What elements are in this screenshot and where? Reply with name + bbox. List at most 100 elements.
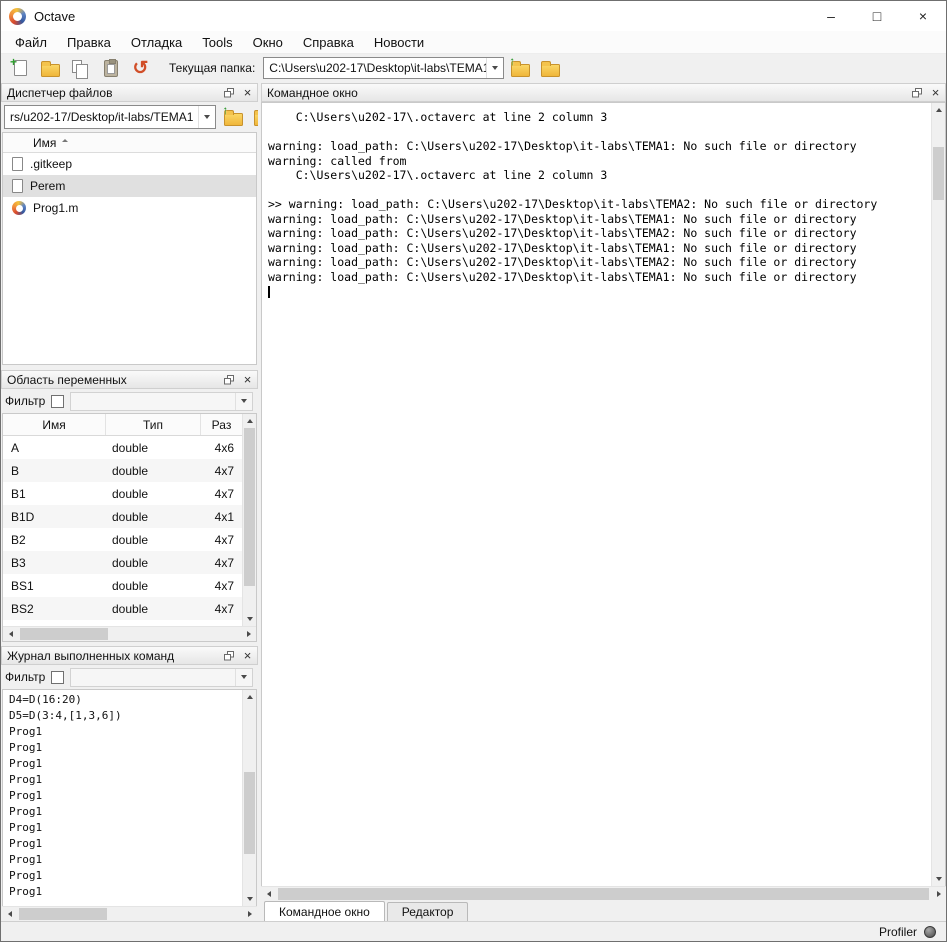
horizontal-scrollbar[interactable] (261, 886, 946, 901)
undock-icon[interactable] (219, 648, 238, 664)
undock-icon[interactable] (907, 85, 926, 101)
combo-dropdown-icon[interactable] (235, 669, 252, 686)
history-item[interactable]: Prog1 (3, 804, 242, 820)
history-item[interactable]: D5=D(3:4,[1,3,6]) (3, 708, 242, 724)
scroll-down-icon[interactable] (932, 872, 945, 886)
variables-table-header[interactable]: Имя Тип Раз (3, 414, 242, 436)
scroll-right-icon[interactable] (241, 627, 256, 641)
current-folder-combo[interactable]: C:\Users\u202-17\Desktop\it-labs\TEMA1 (263, 57, 504, 79)
variable-row[interactable]: A double 4x6 (3, 436, 242, 459)
file-row[interactable]: Perem (3, 175, 256, 197)
panel-close-icon[interactable]: × (238, 85, 257, 101)
folder-actions-button[interactable]: ⚙ (250, 105, 258, 129)
scroll-thumb[interactable] (244, 428, 255, 586)
combo-dropdown-icon[interactable] (198, 106, 215, 128)
history-item[interactable]: Prog1 (3, 836, 242, 852)
variable-name: B1D (3, 510, 106, 524)
filter-checkbox[interactable] (51, 671, 64, 684)
history-item[interactable]: Prog1 (3, 852, 242, 868)
history-item[interactable]: Prog1 (3, 884, 242, 900)
scroll-down-icon[interactable] (243, 892, 256, 906)
scroll-left-icon[interactable] (2, 907, 17, 921)
panel-close-icon[interactable]: × (238, 372, 257, 388)
scroll-thumb[interactable] (933, 147, 944, 200)
column-name[interactable]: Имя (3, 414, 106, 435)
panel-close-icon[interactable]: × (926, 85, 945, 101)
scroll-right-icon[interactable] (242, 907, 257, 921)
open-file-button[interactable] (37, 56, 64, 81)
folder-up-button[interactable]: ↑ (220, 105, 246, 129)
workspace-titlebar[interactable]: Область переменных × (1, 370, 258, 389)
history-item[interactable]: D4=D(16:20) (3, 692, 242, 708)
maximize-button[interactable]: □ (854, 1, 900, 31)
vertical-scrollbar[interactable] (242, 414, 256, 626)
menu-item[interactable]: Справка (293, 31, 364, 54)
history-titlebar[interactable]: Журнал выполненных команд × (1, 646, 258, 665)
history-item[interactable]: Prog1 (3, 756, 242, 772)
paste-button[interactable] (97, 56, 124, 81)
variable-row[interactable]: BS1 double 4x7 (3, 574, 242, 597)
variable-row[interactable]: B double 4x7 (3, 459, 242, 482)
folder-up-button[interactable]: ↑ (507, 56, 534, 81)
column-type[interactable]: Тип (106, 414, 201, 435)
variable-row[interactable]: B1D double 4x1 (3, 505, 242, 528)
panel-close-icon[interactable]: × (238, 648, 257, 664)
filter-combo[interactable] (70, 668, 253, 687)
variable-row[interactable]: B2 double 4x7 (3, 528, 242, 551)
filter-checkbox[interactable] (51, 395, 64, 408)
profiler-indicator[interactable] (924, 926, 936, 938)
menu-item[interactable]: Отладка (121, 31, 192, 54)
scroll-down-icon[interactable] (243, 612, 256, 626)
file-browser-titlebar[interactable]: Диспетчер файлов × (1, 83, 258, 102)
variable-row[interactable]: B1 double 4x7 (3, 482, 242, 505)
browse-folder-button[interactable] (537, 56, 564, 81)
scroll-left-icon[interactable] (261, 887, 276, 901)
filter-combo[interactable] (70, 392, 253, 411)
file-row[interactable]: .gitkeep (3, 153, 256, 175)
menu-item[interactable]: Файл (5, 31, 57, 54)
minimize-button[interactable]: – (808, 1, 854, 31)
combo-dropdown-icon[interactable] (235, 393, 252, 410)
copy-button[interactable] (67, 56, 94, 81)
scroll-up-icon[interactable] (932, 103, 945, 117)
horizontal-scrollbar[interactable] (2, 906, 257, 921)
file-row[interactable]: Prog1.m (3, 197, 256, 219)
scroll-left-icon[interactable] (3, 627, 18, 641)
horizontal-scrollbar[interactable] (3, 626, 256, 641)
tab[interactable]: Редактор (387, 902, 469, 921)
menu-item[interactable]: Правка (57, 31, 121, 54)
history-item[interactable]: Prog1 (3, 740, 242, 756)
history-item[interactable]: Prog1 (3, 772, 242, 788)
menu-item[interactable]: Окно (243, 31, 293, 54)
variable-row[interactable]: B3 double 4x7 (3, 551, 242, 574)
history-item[interactable]: Prog1 (3, 788, 242, 804)
terminal-output[interactable]: C:\Users\u202-17\.octaverc at line 2 col… (262, 103, 931, 886)
undock-icon[interactable] (219, 372, 238, 388)
vertical-scrollbar[interactable] (931, 103, 945, 886)
history-item[interactable]: Prog1 (3, 820, 242, 836)
open-folder-icon (41, 64, 60, 77)
scroll-up-icon[interactable] (243, 690, 256, 704)
scroll-thumb[interactable] (19, 908, 107, 920)
variable-row[interactable]: BS2 double 4x7 (3, 597, 242, 620)
combo-dropdown-icon[interactable] (486, 58, 503, 78)
scroll-thumb[interactable] (20, 628, 108, 640)
menu-item[interactable]: Новости (364, 31, 434, 54)
scroll-thumb[interactable] (278, 888, 929, 900)
undock-icon[interactable] (219, 85, 238, 101)
new-script-button[interactable]: + (7, 56, 34, 81)
history-item[interactable]: Prog1 (3, 724, 242, 740)
tab[interactable]: Командное окно (264, 901, 385, 921)
menu-item[interactable]: Tools (192, 31, 242, 54)
column-size[interactable]: Раз (201, 414, 242, 435)
scroll-up-icon[interactable] (243, 414, 256, 428)
close-button[interactable]: × (900, 1, 946, 31)
file-list-header[interactable]: Имя (3, 133, 256, 153)
scroll-thumb[interactable] (244, 772, 255, 855)
vertical-scrollbar[interactable] (242, 690, 256, 906)
undo-button[interactable]: ↺ (127, 56, 154, 81)
scroll-right-icon[interactable] (931, 887, 946, 901)
history-item[interactable]: Prog1 (3, 868, 242, 884)
command-window-titlebar[interactable]: Командное окно × (261, 83, 946, 102)
file-browser-path-combo[interactable]: rs/u202-17/Desktop/it-labs/TEMA1 (4, 105, 216, 129)
